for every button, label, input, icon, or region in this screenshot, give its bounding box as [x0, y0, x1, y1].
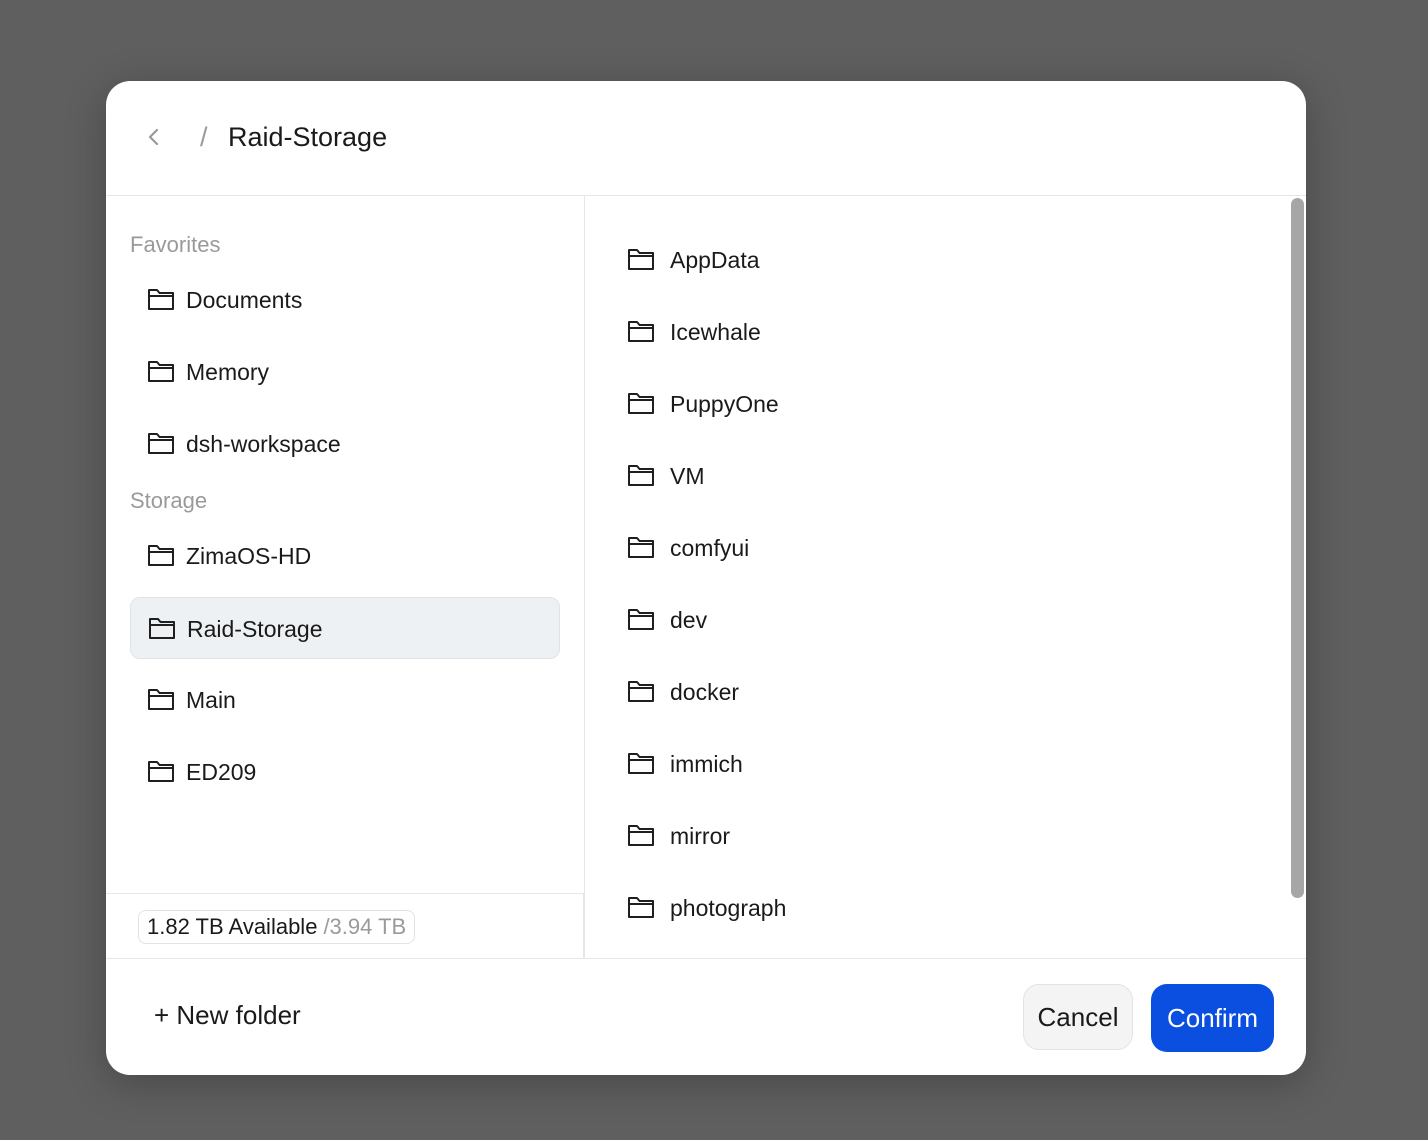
list-item-label: mirror — [670, 823, 731, 849]
folder-icon — [628, 537, 654, 558]
capacity-available: 1.82 TB Available — [147, 914, 318, 939]
sidebar-item-label: Memory — [186, 359, 270, 385]
new-folder-button[interactable]: + New folder — [154, 997, 301, 1033]
breadcrumb-current: Raid-Storage — [228, 122, 388, 152]
list-item-label: PuppyOne — [670, 391, 779, 417]
list-item[interactable]: photograph — [585, 872, 1275, 944]
chevron-left-icon — [148, 128, 159, 146]
folder-icon — [628, 321, 654, 342]
folder-icon — [148, 761, 174, 782]
dialog-footer: + New folder Cancel Confirm — [106, 958, 1306, 1075]
sidebar-item-main[interactable]: Main — [130, 669, 560, 731]
list-item-label: dev — [670, 607, 708, 633]
sidebar-item-dsh-workspace[interactable]: dsh-workspace — [130, 413, 560, 475]
sidebar-item-label: Documents — [186, 287, 303, 313]
storage-section-label: Storage — [130, 488, 208, 513]
cancel-button[interactable]: Cancel — [1023, 984, 1133, 1050]
back-button[interactable] — [136, 117, 170, 157]
folder-picker-dialog: / Raid-Storage Favorites Documents Memor… — [106, 81, 1306, 1075]
list-item[interactable]: dev — [585, 584, 1275, 656]
breadcrumb-separator: / — [200, 122, 208, 152]
sidebar-item-label: Raid-Storage — [187, 616, 323, 642]
list-item[interactable]: PuppyOne — [585, 368, 1275, 440]
list-item[interactable]: immich — [585, 728, 1275, 800]
storage-capacity-bar: 1.82 TB Available /3.94 TB — [106, 893, 584, 958]
folder-icon — [148, 433, 174, 454]
list-item-label: VM — [670, 463, 705, 489]
dialog-header: / Raid-Storage — [106, 81, 1306, 196]
capacity-total: /3.94 TB — [323, 914, 407, 939]
sidebar: Favorites Documents Memory dsh-workspace… — [106, 196, 585, 958]
sidebar-item-label: ED209 — [186, 759, 257, 785]
list-item-label: comfyui — [670, 535, 750, 561]
list-item-label: AppData — [670, 247, 760, 273]
folder-icon — [628, 393, 654, 414]
folder-icon — [628, 825, 654, 846]
list-item[interactable]: comfyui — [585, 512, 1275, 584]
sidebar-item-raid-storage[interactable]: Raid-Storage — [130, 597, 560, 659]
folder-list: AppData Icewhale PuppyOne VM comfyui dev… — [585, 196, 1306, 958]
folder-icon — [628, 609, 654, 630]
favorites-section-label: Favorites — [130, 232, 221, 257]
sidebar-item-zimaos-hd[interactable]: ZimaOS-HD — [130, 525, 560, 587]
confirm-button[interactable]: Confirm — [1151, 984, 1274, 1052]
list-item[interactable]: mirror — [585, 800, 1275, 872]
sidebar-item-documents[interactable]: Documents — [130, 269, 560, 331]
sidebar-item-ed209[interactable]: ED209 — [130, 741, 560, 803]
list-item[interactable]: VM — [585, 440, 1275, 512]
sidebar-item-label: ZimaOS-HD — [186, 543, 312, 569]
sidebar-item-memory[interactable]: Memory — [130, 341, 560, 403]
folder-icon — [628, 753, 654, 774]
sidebar-item-label: dsh-workspace — [186, 431, 341, 457]
scrollbar-thumb[interactable] — [1291, 198, 1304, 898]
list-item-label: Icewhale — [670, 319, 761, 345]
folder-icon — [628, 465, 654, 486]
folder-icon — [628, 897, 654, 918]
sidebar-item-label: Main — [186, 687, 236, 713]
storage-capacity-badge: 1.82 TB Available /3.94 TB — [138, 910, 416, 944]
folder-icon — [148, 689, 174, 710]
list-item-label: docker — [670, 679, 740, 705]
folder-icon — [149, 618, 175, 639]
list-item-label: photograph — [670, 895, 787, 921]
folder-icon — [628, 249, 654, 270]
list-item[interactable]: AppData — [585, 224, 1275, 296]
folder-icon — [148, 289, 174, 310]
scrollbar[interactable] — [1289, 196, 1306, 958]
folder-icon — [628, 681, 654, 702]
folder-icon — [148, 361, 174, 382]
list-item[interactable]: docker — [585, 656, 1275, 728]
list-item-label: immich — [670, 751, 743, 777]
list-item[interactable]: Icewhale — [585, 296, 1275, 368]
folder-icon — [148, 545, 174, 566]
